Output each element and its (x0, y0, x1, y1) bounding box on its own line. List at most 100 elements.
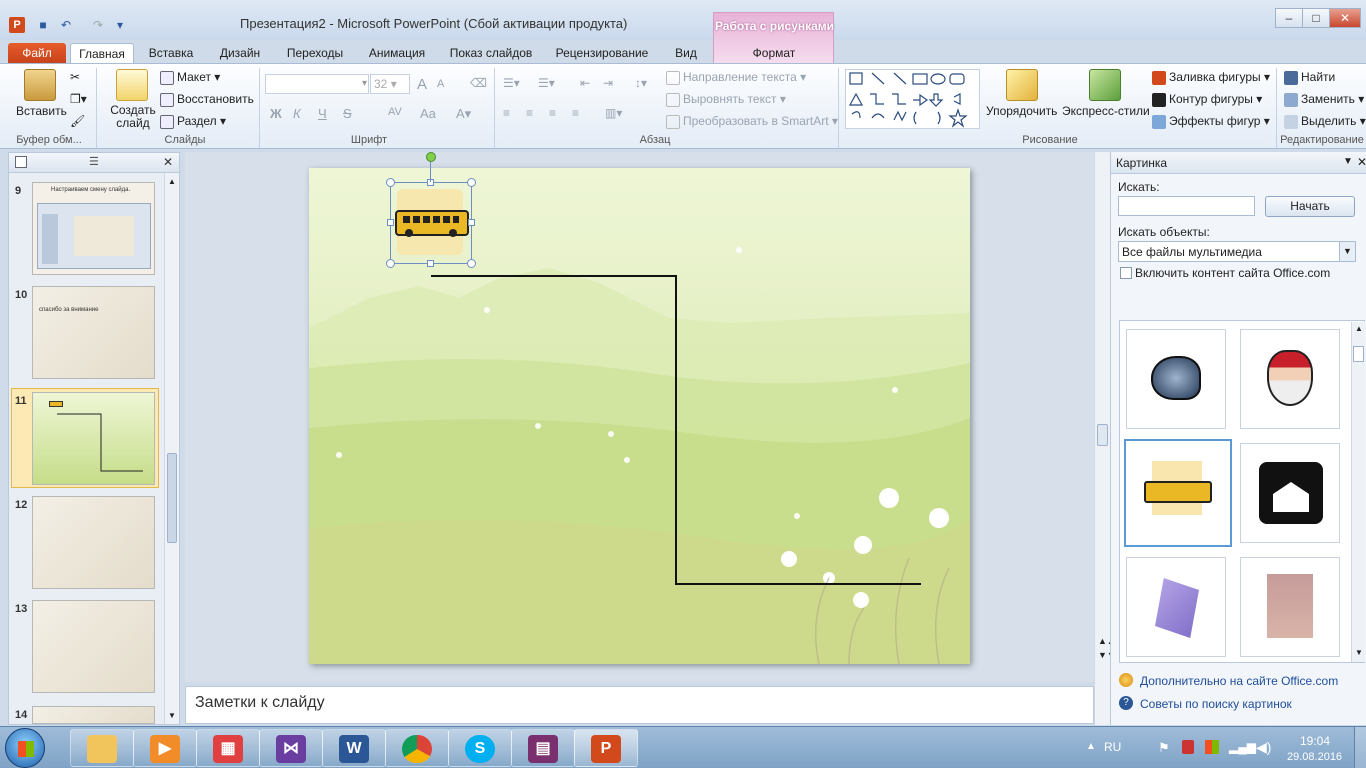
scroll-thumb[interactable] (167, 453, 177, 543)
clip-item-woman-shopping[interactable] (1240, 557, 1340, 657)
scroll-thumb[interactable] (1097, 424, 1108, 446)
flag-icon[interactable]: ⚑ (1158, 740, 1170, 756)
save-icon[interactable]: ■ (35, 17, 51, 33)
resize-handle[interactable] (386, 259, 395, 268)
minimize-button[interactable]: – (1275, 8, 1303, 28)
maximize-button[interactable]: □ (1302, 8, 1330, 28)
new-slide-icon[interactable] (116, 69, 148, 101)
taskbar-winrar[interactable]: ▤ (511, 729, 575, 767)
paste-icon[interactable] (24, 69, 56, 101)
strikethrough-button[interactable]: S (343, 106, 352, 121)
media-type-dropdown[interactable]: Все файлы мультимедиа ▼ (1118, 241, 1356, 262)
columns-icon[interactable]: ▥▾ (605, 106, 622, 120)
scroll-down-icon[interactable]: ▼ (168, 711, 176, 720)
network-icon[interactable]: ▂▄▆ (1229, 740, 1256, 754)
pane-options-icon[interactable]: ▼ (1343, 156, 1353, 167)
scroll-up-icon[interactable]: ▲ (168, 177, 176, 186)
search-go-button[interactable]: Начать (1265, 196, 1355, 217)
chevron-down-icon[interactable]: ▼ (1339, 242, 1355, 261)
tab-slideshow[interactable]: Показ слайдов (442, 43, 540, 64)
clear-format-icon[interactable]: ⌫ (470, 76, 487, 90)
clip-results-scrollbar[interactable]: ▲ ▼ (1351, 322, 1365, 662)
resize-handle[interactable] (427, 260, 434, 267)
rotation-handle[interactable] (426, 152, 436, 162)
reset-button[interactable]: Восстановить (160, 92, 254, 107)
close-button[interactable]: ✕ (1329, 8, 1361, 28)
notes-pane[interactable]: Заметки к слайду (185, 686, 1094, 724)
slide-thumbnail-12[interactable] (32, 496, 155, 589)
shape-outline-button[interactable]: Контур фигуры ▾ (1152, 92, 1262, 107)
quick-styles-icon[interactable] (1089, 69, 1121, 101)
start-button[interactable] (5, 728, 45, 768)
search-tips-link[interactable]: Советы по поиску картинок (1140, 697, 1292, 711)
tab-view[interactable]: Вид (664, 43, 708, 64)
app-tray-icon[interactable] (1205, 740, 1219, 754)
slides-panel-close-button[interactable]: ✕ (163, 155, 173, 169)
resize-handle[interactable] (467, 178, 476, 187)
clip-item-football-helmet[interactable] (1126, 329, 1226, 429)
current-slide[interactable] (309, 152, 970, 664)
align-right-icon[interactable]: ≡ (549, 106, 556, 120)
cut-icon[interactable]: ✂ (70, 70, 80, 84)
volume-icon[interactable]: ◀) (1256, 739, 1271, 756)
clock-time[interactable]: 19:04 (1300, 734, 1330, 748)
taskbar-chrome[interactable] (385, 729, 449, 767)
justify-icon[interactable]: ≡ (572, 106, 579, 120)
undo-icon[interactable]: ↶ (58, 17, 74, 33)
tab-file[interactable]: Файл (8, 43, 66, 64)
taskbar-explorer[interactable] (70, 729, 134, 767)
align-center-icon[interactable]: ≡ (526, 106, 533, 120)
copy-icon[interactable]: ❐▾ (70, 92, 87, 106)
language-indicator[interactable]: RU (1104, 740, 1121, 754)
bold-button[interactable]: Ж (270, 106, 282, 121)
taskbar-word[interactable]: W (322, 729, 386, 767)
scroll-thumb[interactable] (1353, 346, 1364, 362)
slide-thumbnail-9[interactable]: Настраиваем смену слайда. (32, 182, 155, 275)
increase-indent-icon[interactable]: ⇥ (603, 76, 613, 90)
scroll-down-icon[interactable]: ▼ (1355, 648, 1363, 657)
slide-thumbnail-14[interactable] (32, 706, 155, 724)
underline-button[interactable]: Ч (318, 106, 327, 121)
font-color-icon[interactable]: A▾ (456, 106, 471, 122)
device-icon[interactable] (1182, 740, 1194, 754)
search-input[interactable] (1118, 196, 1255, 216)
clip-item-school-bus[interactable] (1124, 439, 1232, 547)
slide-thumbnail-13[interactable] (32, 600, 155, 693)
clock-date[interactable]: 29.08.2016 (1287, 751, 1342, 763)
show-desktop-button[interactable] (1354, 727, 1366, 768)
customize-qat-icon[interactable]: ▾ (112, 17, 128, 33)
taskbar-powerpoint[interactable]: P (574, 729, 638, 767)
align-left-icon[interactable]: ≡ (503, 106, 510, 120)
tab-animations[interactable]: Анимация (360, 43, 434, 64)
grow-font-button[interactable]: A (417, 76, 427, 93)
slide-scrollbar[interactable]: ▲▲ ▼▼ (1094, 152, 1116, 725)
arrange-icon[interactable] (1006, 69, 1038, 101)
taskbar-apps[interactable]: ▦ (196, 729, 260, 767)
arrange-button[interactable]: Упорядочить (986, 104, 1057, 118)
selected-picture-frame[interactable] (386, 178, 476, 268)
align-text-button[interactable]: Выровнять текст ▾ (666, 92, 786, 107)
section-button[interactable]: Раздел ▾ (160, 114, 226, 129)
smartart-button[interactable]: Преобразовать в SmartArt ▾ (666, 114, 838, 129)
slides-panel-scrollbar[interactable]: ▲ ▼ (164, 173, 179, 724)
clip-item-house[interactable] (1240, 443, 1340, 543)
quick-styles-button[interactable]: Экспресс-стили (1062, 104, 1150, 118)
shape-fill-button[interactable]: Заливка фигуры ▾ (1152, 70, 1270, 85)
pane-close-icon[interactable]: ✕ (1357, 155, 1366, 169)
decrease-indent-icon[interactable]: ⇤ (580, 76, 590, 90)
taskbar-skype[interactable]: S (448, 729, 512, 767)
new-slide-button[interactable]: Создать слайд (108, 104, 158, 130)
show-hidden-icons[interactable]: ▲ (1086, 741, 1096, 752)
font-size-dropdown[interactable]: 32 ▾ (370, 74, 410, 94)
scroll-up-icon[interactable]: ▲ (1355, 324, 1363, 333)
line-spacing-icon[interactable]: ↕▾ (635, 76, 647, 90)
change-case-button[interactable]: Aa (420, 106, 436, 121)
tab-insert[interactable]: Вставка (140, 43, 202, 64)
resize-handle[interactable] (386, 178, 395, 187)
text-direction-button[interactable]: Направление текста ▾ (666, 70, 806, 85)
resize-handle[interactable] (468, 219, 475, 226)
powerpoint-app-icon[interactable]: P (9, 17, 25, 33)
more-office-link[interactable]: Дополнительно на сайте Office.com (1140, 674, 1338, 688)
tab-format[interactable]: Формат (736, 43, 812, 64)
font-family-dropdown[interactable]: ▾ (265, 74, 369, 94)
